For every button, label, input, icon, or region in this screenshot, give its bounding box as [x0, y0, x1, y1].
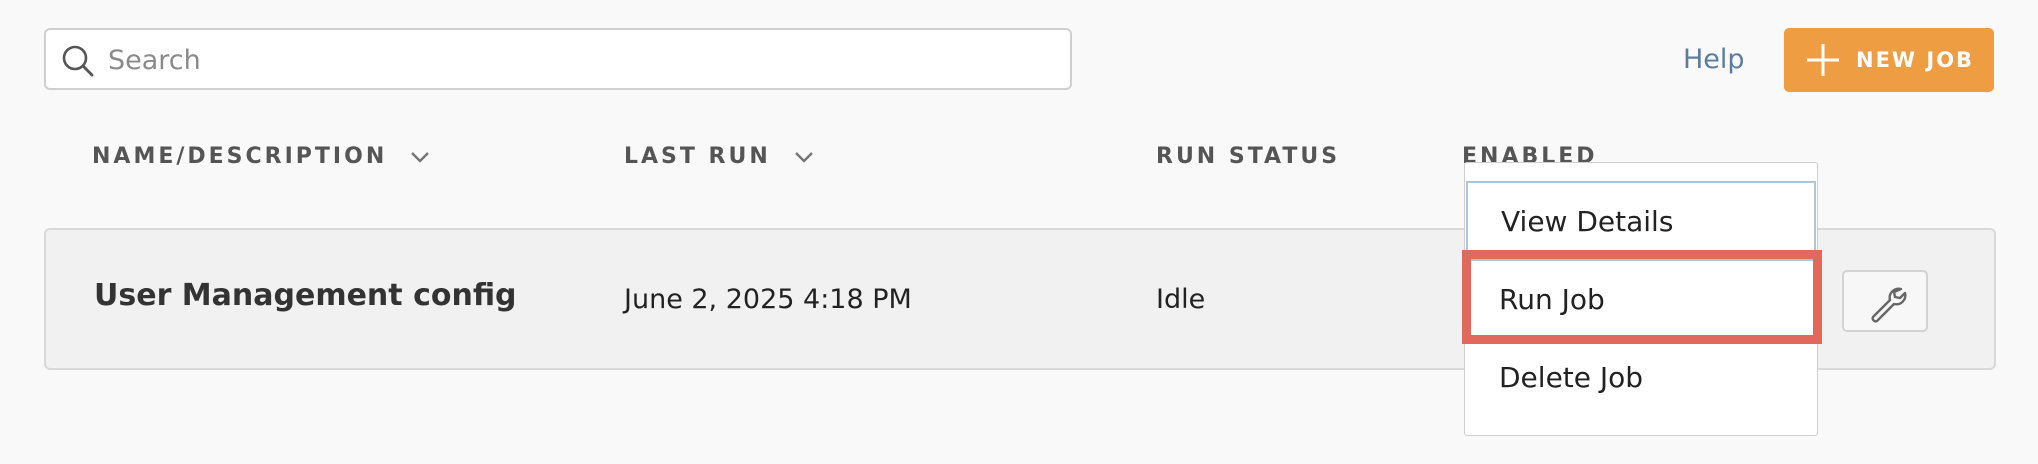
- column-header-label: NAME/DESCRIPTION: [92, 144, 388, 169]
- column-header-name[interactable]: NAME/DESCRIPTION: [92, 144, 431, 169]
- chevron-down-icon: [794, 151, 813, 163]
- column-header-label: RUN STATUS: [1156, 144, 1341, 169]
- new-job-button[interactable]: NEW JOB: [1784, 28, 1994, 92]
- chevron-down-icon: [411, 151, 430, 163]
- wrench-icon: [1871, 287, 1907, 323]
- menu-item-run-job[interactable]: Run Job: [1465, 259, 1817, 339]
- plus-icon: [1807, 44, 1839, 76]
- column-header-last-run[interactable]: LAST RUN: [624, 144, 815, 169]
- search-box[interactable]: [44, 28, 1072, 90]
- help-link[interactable]: Help: [1683, 44, 1745, 75]
- jobs-page: Help NEW JOB NAME/DESCRIPTION LAST RUN R…: [0, 0, 2038, 464]
- search-input[interactable]: [106, 36, 1050, 84]
- menu-item-view-details[interactable]: View Details: [1466, 181, 1816, 261]
- job-name: User Management config: [94, 278, 517, 313]
- column-header-run-status: RUN STATUS: [1156, 144, 1340, 169]
- menu-item-delete-job[interactable]: Delete Job: [1465, 337, 1817, 417]
- job-actions-button[interactable]: [1842, 270, 1928, 332]
- new-job-label: NEW JOB: [1856, 48, 1975, 72]
- job-last-run: June 2, 2025 4:18 PM: [624, 284, 912, 315]
- job-actions-menu: View Details Run Job Delete Job: [1464, 162, 1818, 436]
- search-icon: [62, 45, 94, 77]
- job-run-status: Idle: [1156, 284, 1206, 315]
- column-header-label: LAST RUN: [624, 144, 771, 169]
